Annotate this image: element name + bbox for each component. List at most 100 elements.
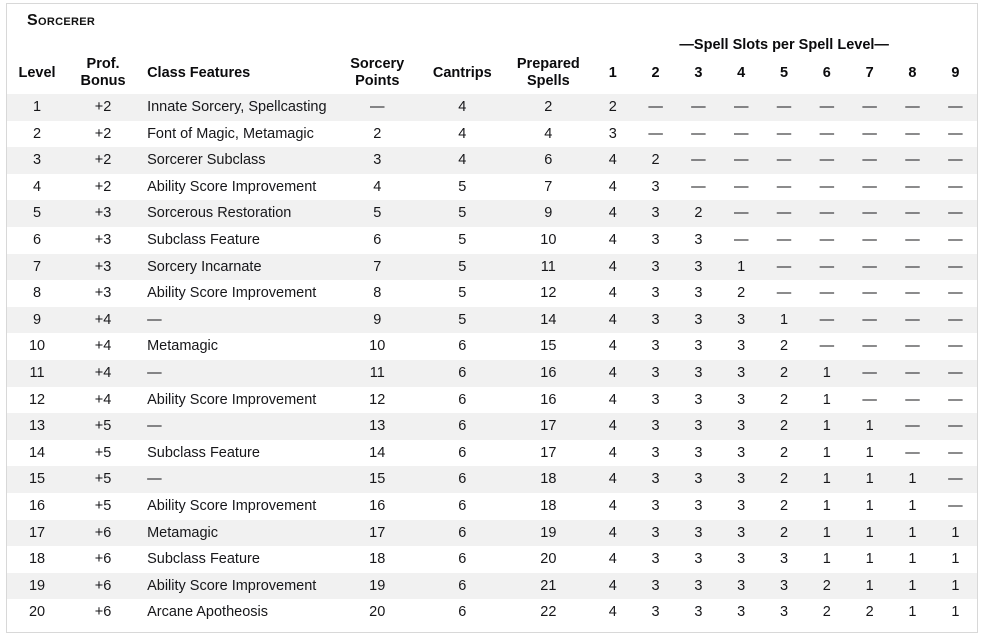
cell-sorcery-points: 16 [335, 493, 419, 520]
cell-spell-slot-level-5: 2 [763, 440, 806, 467]
cell-spell-slot-level-3: 3 [677, 493, 720, 520]
cell-spell-slot-level-3: — [677, 121, 720, 148]
cell-spell-slot-level-5: 2 [763, 413, 806, 440]
cell-spell-slot-level-8: — [891, 307, 934, 334]
cell-spell-slot-level-2: 3 [634, 466, 677, 493]
cell-spell-slot-level-3: 3 [677, 387, 720, 414]
cell-prof-bonus: +2 [67, 94, 139, 121]
cell-spell-slot-level-4: 3 [720, 546, 763, 573]
cell-level: 14 [7, 440, 67, 467]
header-prof-bonus-line2: Bonus [67, 73, 139, 90]
cell-sorcery-points: — [335, 94, 419, 121]
cell-spell-slot-level-9: 1 [934, 599, 977, 626]
table-row: 16+5Ability Score Improvement16618433321… [7, 493, 977, 520]
cell-spell-slot-level-4: 3 [720, 599, 763, 626]
cell-prof-bonus: +4 [67, 360, 139, 387]
cell-spell-slot-level-7: 1 [848, 466, 891, 493]
cell-spell-slot-level-9: — [934, 493, 977, 520]
cell-cantrips: 6 [419, 599, 505, 626]
table-row: 5+3Sorcerous Restoration559432—————— [7, 200, 977, 227]
header-spacer-level [7, 34, 67, 56]
cell-cantrips: 5 [419, 280, 505, 307]
cell-level: 20 [7, 599, 67, 626]
table-row: 1+2Innate Sorcery, Spellcasting—422—————… [7, 94, 977, 121]
cell-spell-slot-level-3: 2 [677, 200, 720, 227]
header-slot-level-5: 5 [763, 56, 806, 94]
cell-spell-slot-level-7: 1 [848, 493, 891, 520]
cell-sorcery-points: 18 [335, 546, 419, 573]
cell-prof-bonus: +5 [67, 413, 139, 440]
header-spell-slots-group-label: —Spell Slots per Spell Level— [591, 34, 977, 56]
cell-prof-bonus: +3 [67, 280, 139, 307]
cell-spell-slot-level-7: — [848, 333, 891, 360]
cell-spell-slot-level-6: 1 [805, 440, 848, 467]
cell-class-features: Ability Score Improvement [139, 573, 335, 600]
cell-spell-slot-level-3: 3 [677, 466, 720, 493]
cell-spell-slot-level-3: 3 [677, 413, 720, 440]
cell-prepared-spells: 22 [505, 599, 591, 626]
cell-class-features: — [139, 413, 335, 440]
cell-level: 15 [7, 466, 67, 493]
cell-spell-slot-level-1: 4 [591, 200, 634, 227]
cell-spell-slot-level-1: 4 [591, 360, 634, 387]
cell-class-features: Metamagic [139, 520, 335, 547]
cell-spell-slot-level-1: 4 [591, 546, 634, 573]
cell-sorcery-points: 15 [335, 466, 419, 493]
cell-spell-slot-level-6: — [805, 280, 848, 307]
cell-spell-slot-level-8: — [891, 413, 934, 440]
cell-spell-slot-level-6: 2 [805, 599, 848, 626]
table-header: —Spell Slots per Spell Level— Level Prof… [7, 34, 977, 94]
cell-spell-slot-level-6: — [805, 307, 848, 334]
cell-level: 17 [7, 520, 67, 547]
cell-class-features: Arcane Apotheosis [139, 599, 335, 626]
cell-sorcery-points: 19 [335, 573, 419, 600]
cell-spell-slot-level-9: — [934, 94, 977, 121]
cell-spell-slot-level-5: 2 [763, 466, 806, 493]
cell-spell-slot-level-2: 3 [634, 280, 677, 307]
cell-spell-slot-level-6: — [805, 254, 848, 281]
cell-spell-slot-level-4: 3 [720, 387, 763, 414]
cell-cantrips: 5 [419, 254, 505, 281]
cell-cantrips: 5 [419, 227, 505, 254]
header-sorcery-points: Sorcery Points [335, 56, 419, 94]
cell-spell-slot-level-8: — [891, 94, 934, 121]
cell-spell-slot-level-3: 3 [677, 573, 720, 600]
cell-spell-slot-level-4: 3 [720, 466, 763, 493]
cell-spell-slot-level-2: 3 [634, 227, 677, 254]
cell-spell-slot-level-2: 3 [634, 573, 677, 600]
cell-level: 11 [7, 360, 67, 387]
cell-spell-slot-level-1: 4 [591, 493, 634, 520]
cell-spell-slot-level-1: 4 [591, 520, 634, 547]
header-slot-level-8: 8 [891, 56, 934, 94]
cell-spell-slot-level-2: 3 [634, 387, 677, 414]
cell-class-features: — [139, 466, 335, 493]
cell-spell-slot-level-6: — [805, 200, 848, 227]
cell-spell-slot-level-8: — [891, 121, 934, 148]
cell-class-features: Ability Score Improvement [139, 387, 335, 414]
cell-spell-slot-level-3: — [677, 94, 720, 121]
cell-spell-slot-level-9: — [934, 254, 977, 281]
cell-class-features: Innate Sorcery, Spellcasting [139, 94, 335, 121]
cell-spell-slot-level-4: — [720, 200, 763, 227]
header-spacer-sorcery [335, 34, 419, 56]
cell-spell-slot-level-8: — [891, 280, 934, 307]
cell-spell-slot-level-6: — [805, 174, 848, 201]
table-body: 1+2Innate Sorcery, Spellcasting—422—————… [7, 94, 977, 626]
cell-prepared-spells: 17 [505, 440, 591, 467]
cell-spell-slot-level-4: 2 [720, 280, 763, 307]
cell-prepared-spells: 9 [505, 200, 591, 227]
cell-spell-slot-level-4: 3 [720, 493, 763, 520]
cell-prof-bonus: +6 [67, 546, 139, 573]
cell-spell-slot-level-5: — [763, 227, 806, 254]
cell-spell-slot-level-2: 3 [634, 599, 677, 626]
header-spacer-prepared [505, 34, 591, 56]
cell-level: 19 [7, 573, 67, 600]
cell-sorcery-points: 3 [335, 147, 419, 174]
cell-spell-slot-level-6: 1 [805, 466, 848, 493]
cell-spell-slot-level-5: 2 [763, 493, 806, 520]
cell-level: 4 [7, 174, 67, 201]
cell-spell-slot-level-8: — [891, 360, 934, 387]
cell-spell-slot-level-5: 3 [763, 546, 806, 573]
cell-spell-slot-level-5: — [763, 94, 806, 121]
cell-prof-bonus: +2 [67, 147, 139, 174]
